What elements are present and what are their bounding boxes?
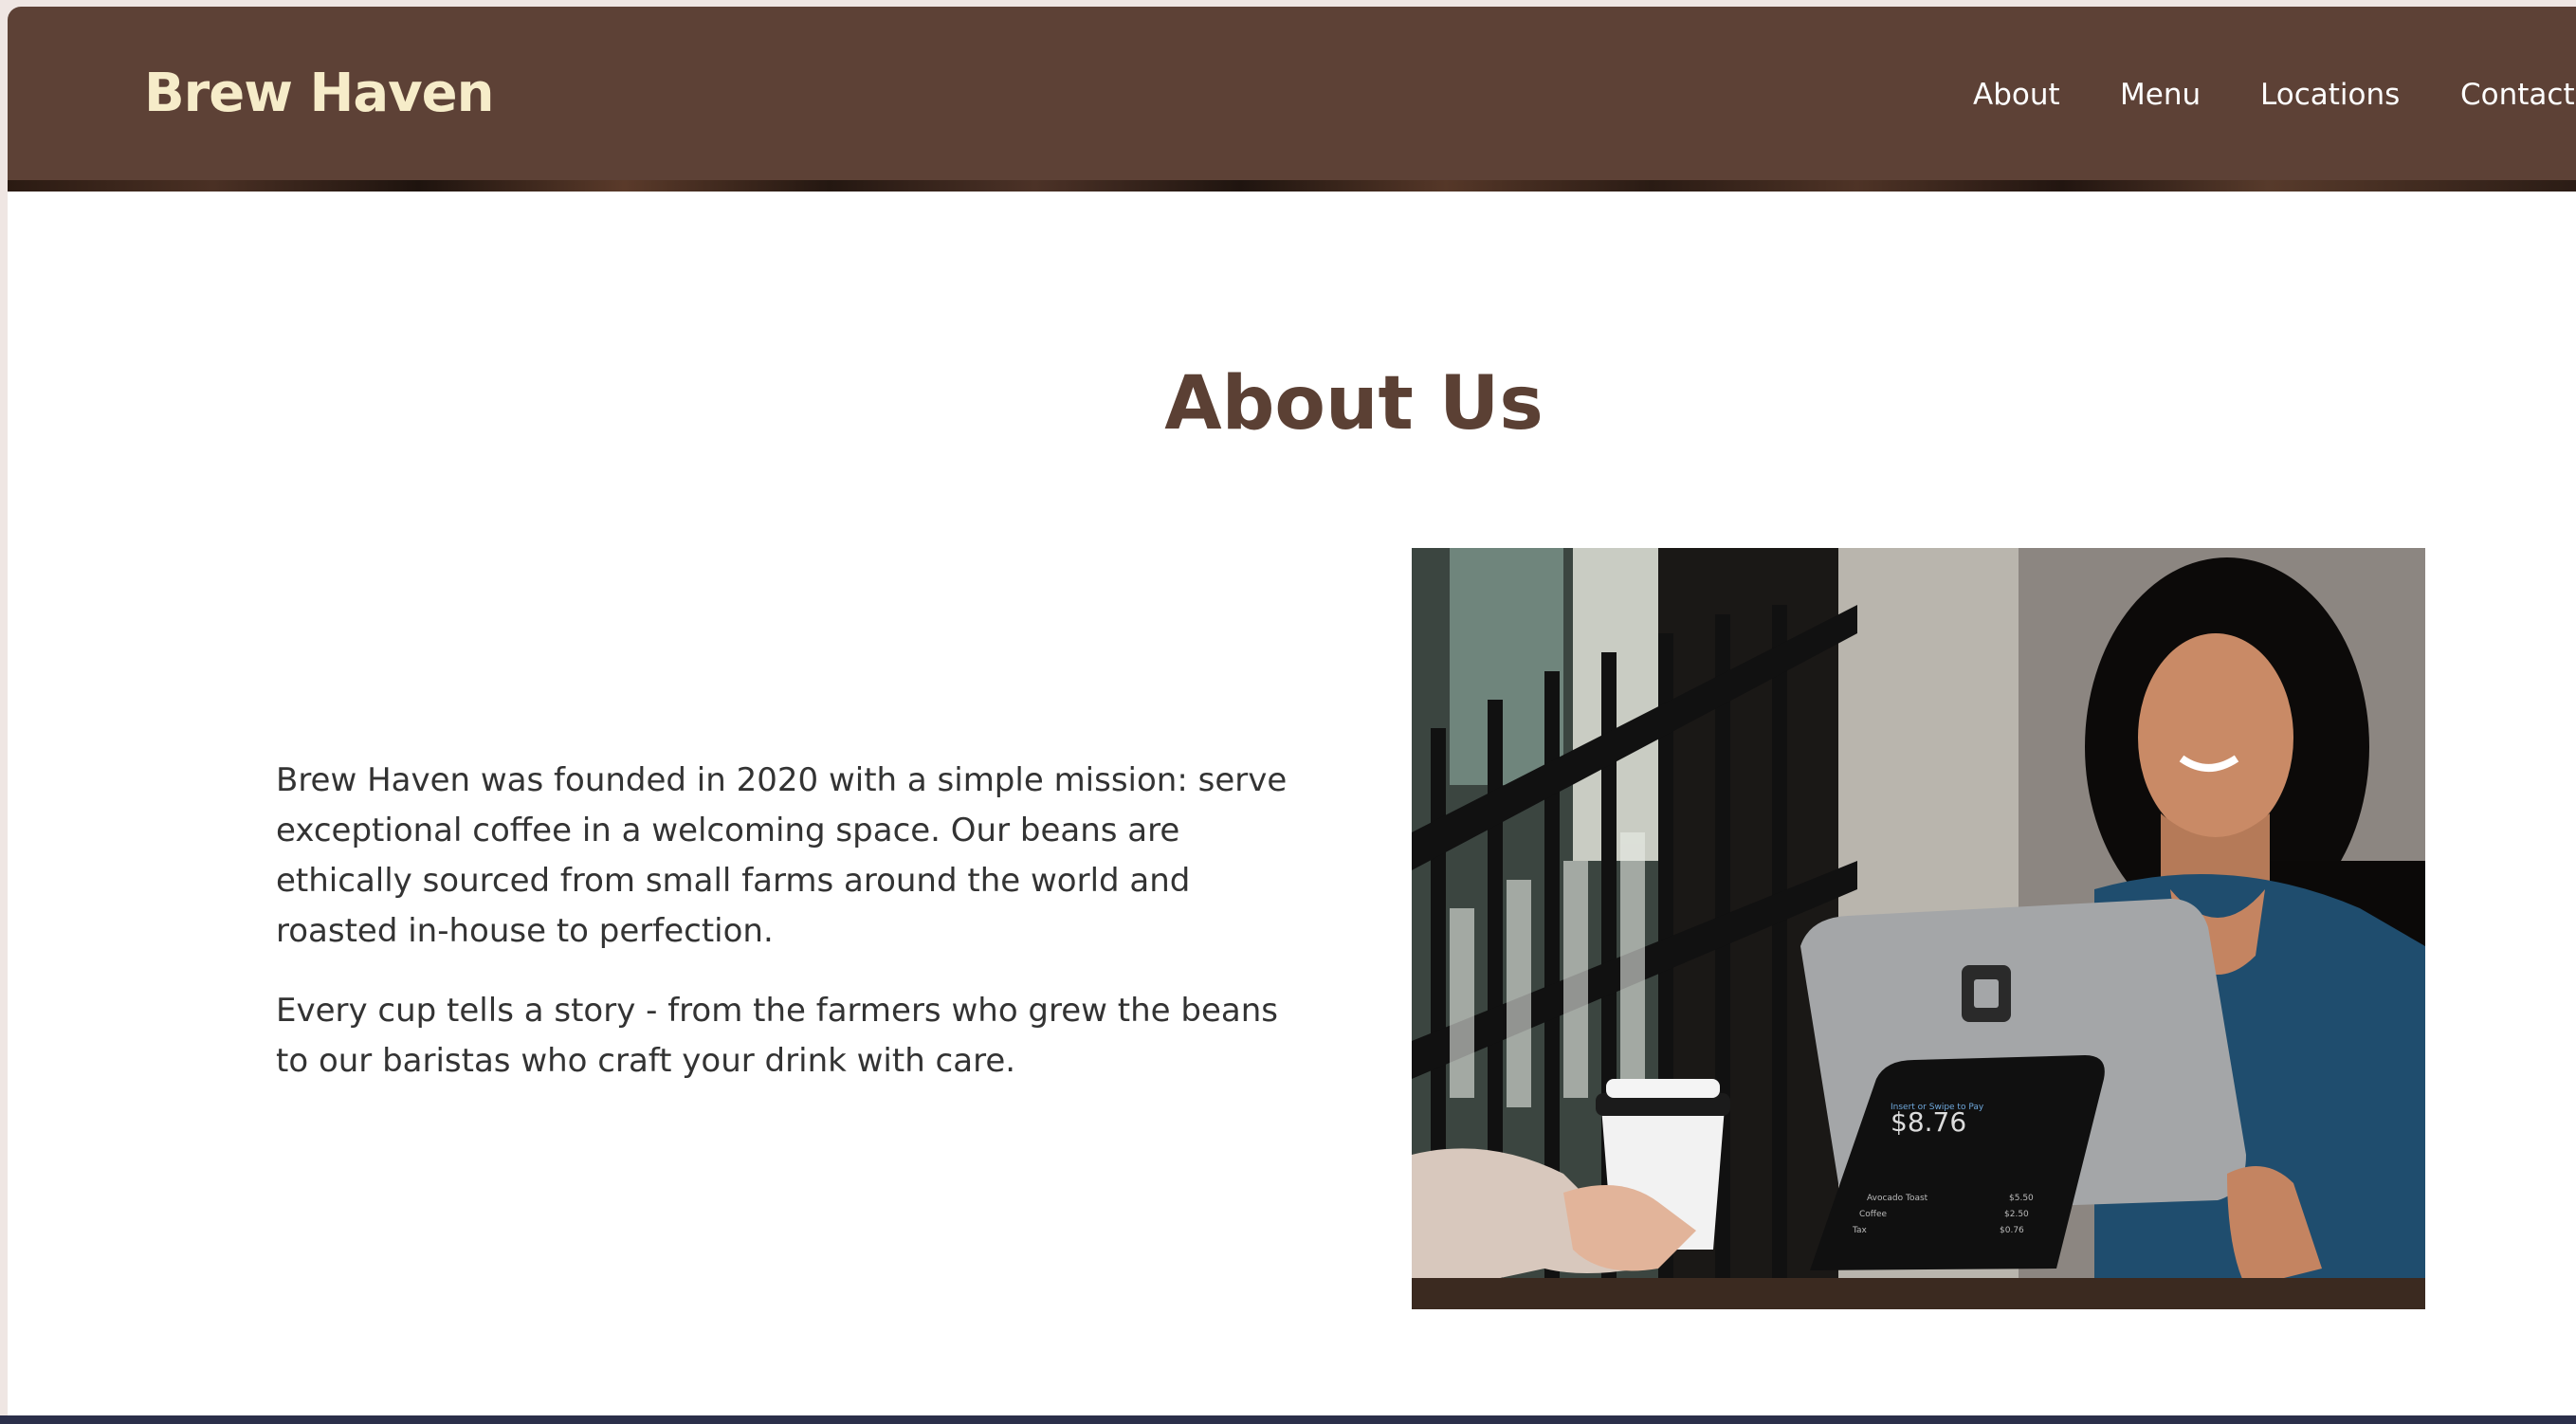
browser-viewport: Brew Haven About Menu Locations Contact … (8, 7, 2576, 1415)
reader-prompt: Insert or Swipe to Pay (1891, 1103, 1984, 1112)
site-header: Brew Haven About Menu Locations Contact (8, 7, 2576, 180)
hero-image-edge (8, 180, 2576, 192)
section-title: About Us (1164, 361, 1544, 447)
reader-price: $0.76 (2000, 1226, 2024, 1235)
reader-price: $2.50 (2004, 1210, 2029, 1219)
about-paragraph: Every cup tells a story - from the farme… (276, 992, 1278, 1080)
brand-logo[interactable]: Brew Haven (144, 67, 495, 120)
nav-link-locations[interactable]: Locations (2260, 81, 2400, 110)
reader-item: Tax (1852, 1226, 1868, 1235)
nav-link-contact[interactable]: Contact (2460, 81, 2575, 110)
reader-item: Coffee (1859, 1210, 1888, 1219)
reader-item: Avocado Toast (1867, 1194, 1928, 1203)
nav-link-about[interactable]: About (1973, 81, 2060, 110)
about-photo: $8.76 Insert or Swipe to Pay Avocado Toa… (1412, 548, 2425, 1309)
about-text: Brew Haven was founded in 2020 with a si… (276, 756, 1300, 1086)
reader-price: $5.50 (2009, 1194, 2034, 1203)
about-paragraph: Brew Haven was founded in 2020 with a si… (276, 761, 1288, 950)
barista-photo-image: $8.76 Insert or Swipe to Pay Avocado Toa… (1412, 548, 2425, 1309)
nav-link-menu[interactable]: Menu (2120, 81, 2201, 110)
taskbar-edge (0, 1415, 2576, 1424)
